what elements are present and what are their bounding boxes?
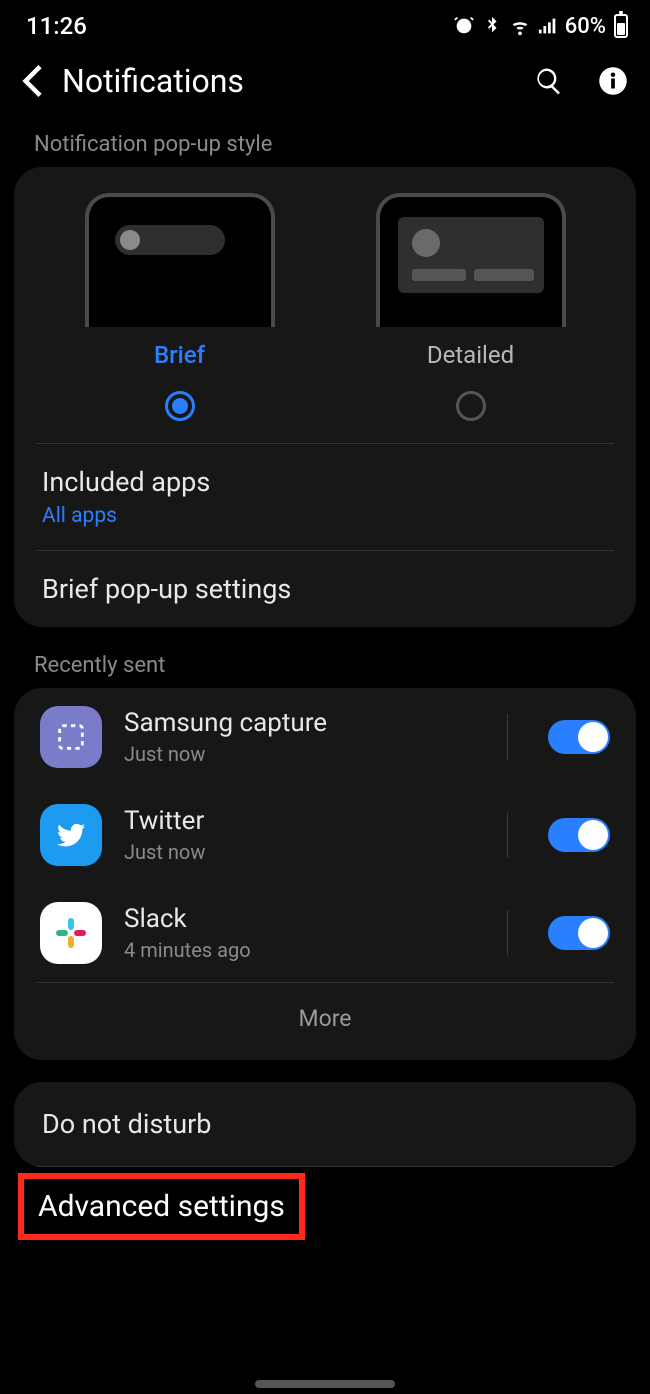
radio-detailed[interactable]	[456, 391, 486, 421]
advanced-settings-row[interactable]: Advanced settings	[18, 1173, 305, 1240]
recent-time: 4 minutes ago	[124, 938, 485, 962]
twitter-icon	[40, 804, 102, 866]
recent-card: Samsung capture Just now Twitter Just no…	[14, 688, 636, 1060]
samsung-capture-icon	[40, 706, 102, 768]
brief-preview	[85, 193, 275, 327]
toggle-slack[interactable]	[548, 916, 610, 950]
included-apps-row[interactable]: Included apps All apps	[14, 444, 636, 550]
section-recently-sent: Recently sent	[0, 627, 650, 688]
battery-percent: 60%	[565, 14, 606, 39]
wifi-icon	[509, 15, 531, 37]
recent-time: Just now	[124, 840, 485, 864]
popup-option-detailed[interactable]: Detailed	[356, 193, 586, 437]
status-time: 11:26	[26, 12, 87, 40]
header: Notifications	[0, 48, 650, 120]
included-apps-sub: All apps	[42, 504, 608, 528]
recent-title: Samsung capture	[124, 708, 485, 738]
recent-item-slack[interactable]: Slack 4 minutes ago	[14, 884, 636, 982]
toggle-twitter[interactable]	[548, 818, 610, 852]
radio-brief[interactable]	[165, 391, 195, 421]
brief-label: Brief	[154, 341, 205, 369]
nav-home-indicator[interactable]	[255, 1380, 395, 1388]
more-button[interactable]: More	[14, 983, 636, 1060]
info-icon[interactable]	[598, 66, 628, 96]
status-bar: 11:26 60%	[0, 0, 650, 48]
included-apps-title: Included apps	[42, 466, 608, 498]
page-title: Notifications	[62, 62, 514, 100]
recent-item-samsung-capture[interactable]: Samsung capture Just now	[14, 688, 636, 786]
detailed-label: Detailed	[427, 341, 514, 369]
popup-option-brief[interactable]: Brief	[65, 193, 295, 437]
section-popup-style: Notification pop-up style	[0, 120, 650, 167]
do-not-disturb-row[interactable]: Do not disturb	[14, 1082, 636, 1166]
detailed-preview	[376, 193, 566, 327]
bluetooth-icon	[481, 15, 503, 37]
popup-style-card: Brief Detailed Included apps All apps Br…	[14, 167, 636, 627]
toggle-samsung-capture[interactable]	[548, 720, 610, 754]
brief-popup-settings-title: Brief pop-up settings	[42, 573, 608, 605]
brief-popup-settings-row[interactable]: Brief pop-up settings	[14, 551, 636, 627]
back-icon[interactable]	[22, 65, 42, 97]
slack-icon	[40, 902, 102, 964]
recent-title: Slack	[124, 904, 485, 934]
battery-icon	[614, 14, 628, 38]
signal-icon	[537, 15, 559, 37]
recent-time: Just now	[124, 742, 485, 766]
recent-item-twitter[interactable]: Twitter Just now	[14, 786, 636, 884]
recent-title: Twitter	[124, 806, 485, 836]
status-icons: 60%	[453, 14, 628, 39]
alarm-icon	[453, 15, 475, 37]
settings-card: Do not disturb	[14, 1082, 636, 1167]
search-icon[interactable]	[534, 66, 564, 96]
